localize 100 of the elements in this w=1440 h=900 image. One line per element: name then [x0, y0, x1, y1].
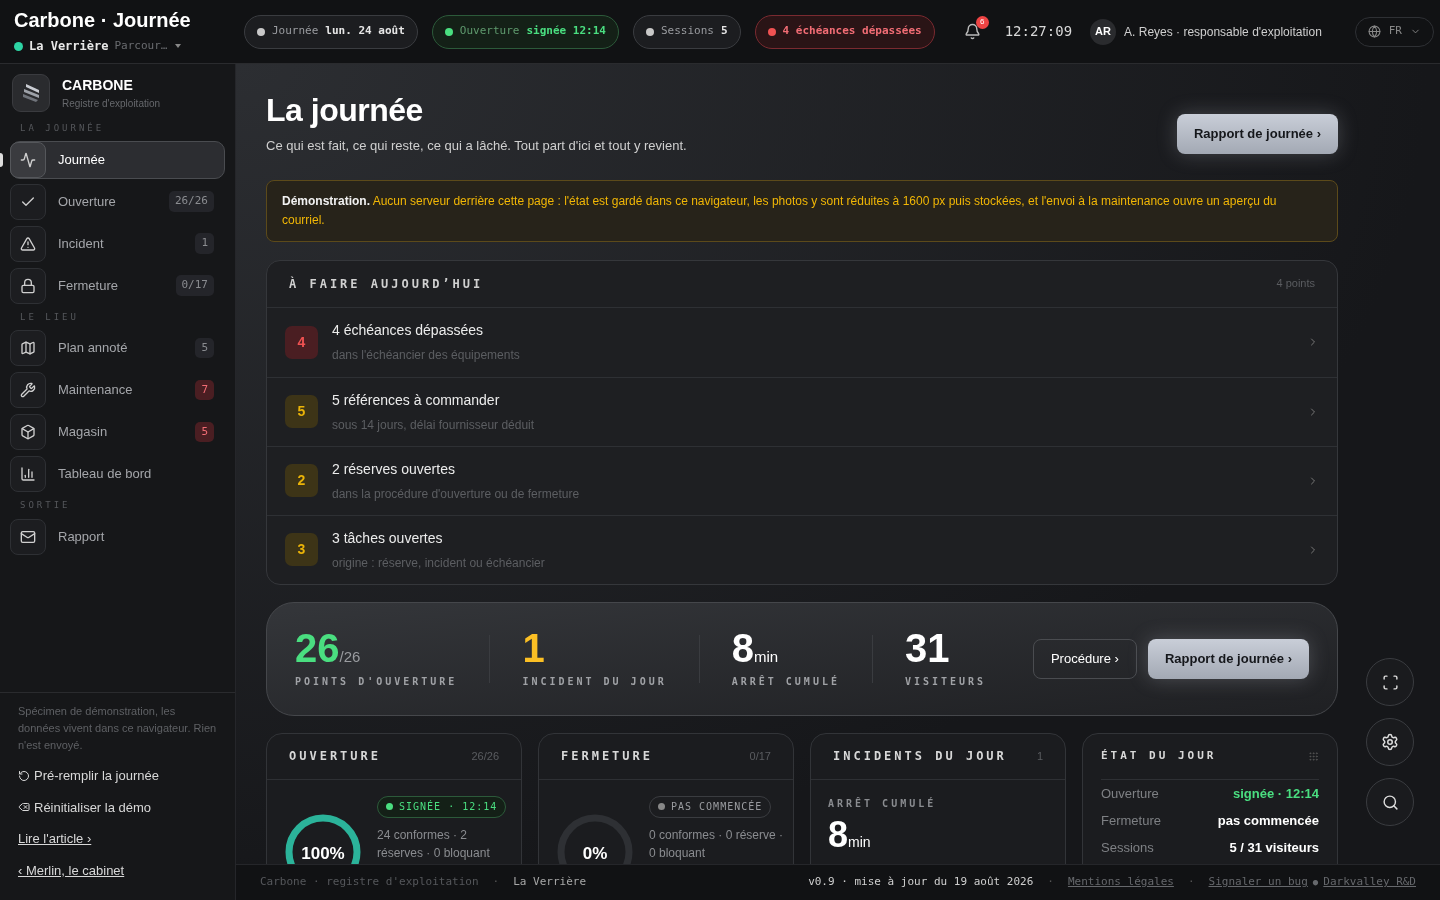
- count-badge: 0/17: [175, 275, 214, 296]
- stat-value: 1: [522, 628, 546, 668]
- todo-title: 5 références à commander: [332, 390, 501, 410]
- pill-label: Sessions: [660, 23, 714, 40]
- demo-banner: Démonstration. Aucun serveur derrière cette page : l'état est gardé dans ce navigateur, les photos y sont réduites à 1600 px puis stockées, et l'envoi à la maintenance ouvre un aperçu du courriel.: [266, 179, 1338, 242]
- card-title: FERMETURE: [561, 748, 654, 765]
- search-button[interactable]: [1366, 778, 1414, 826]
- status-pill: SIGNÉE · 12:14: [377, 795, 507, 818]
- todo-title: 3 tâches ouvertes: [332, 528, 444, 548]
- card-title: À FAIRE AUJOURD’HUI: [289, 275, 484, 293]
- wrench-icon: [20, 382, 36, 398]
- site-selector[interactable]: La Verrière Parcour…: [14, 37, 236, 55]
- sidebar-item[interactable]: Ouverture 26/26: [10, 182, 225, 221]
- pill-value: 5: [720, 23, 728, 40]
- card-count: 1: [1036, 748, 1043, 764]
- mail-icon: [20, 528, 36, 545]
- card-title: ÉTAT DU JOUR: [1101, 747, 1217, 764]
- stat-label: ARRÊT CUMULÉ: [828, 796, 938, 811]
- section-label: SORTIE: [19, 499, 72, 512]
- bullet-dot: ●: [1312, 875, 1319, 889]
- todo-item[interactable]: 4 4 échéances dépassées dans l'échéancier des équipements: [267, 307, 1337, 377]
- todo-detail: sous 14 jours, délai fournisseur déduit: [332, 416, 536, 434]
- card-detail: 24 conformes · 2 réserves · 0 bloquant: [377, 826, 491, 862]
- sidebar-action[interactable]: Réinitialiser la démo: [18, 797, 217, 817]
- drag-handle-icon: [1308, 750, 1319, 762]
- settings-icon: [1381, 733, 1399, 751]
- sidebar-item[interactable]: Journée: [10, 140, 225, 179]
- demo-note: Spécimen de démonstration, les données vivent dans ce navigateur. Rien n'est envoyé.: [18, 704, 217, 753]
- brand-logo: [12, 74, 50, 112]
- brand-subtitle: Registre d'exploitation: [62, 97, 161, 111]
- todo-item[interactable]: 3 3 tâches ouvertes origine : réserve, incident ou échéancier: [267, 514, 1337, 584]
- sidebar-item[interactable]: Maintenance 7: [10, 371, 225, 409]
- pill-value: 4 échéances dépassées: [782, 23, 922, 40]
- separator-dot: ·: [1047, 874, 1054, 891]
- separator-dot: ·: [1187, 874, 1195, 891]
- pulse-icon: [20, 151, 36, 168]
- bar-chart-icon: [20, 466, 36, 482]
- count-badge: 5: [195, 421, 214, 443]
- stat-label: VISITEURS: [904, 675, 987, 689]
- footer-text: Carbone · registre d'exploitation: [260, 874, 479, 891]
- state-label: Fermeture: [1101, 812, 1161, 831]
- todo-number: 2: [285, 464, 318, 497]
- stat-value: 31: [904, 628, 951, 668]
- todo-number: 4: [285, 325, 318, 359]
- sidebar-link[interactable]: ‹ Merlin, le cabinet: [18, 860, 125, 880]
- separator-dot: ·: [492, 874, 500, 891]
- card-count: 4 points: [1276, 276, 1315, 292]
- sidebar-item[interactable]: Magasin 5: [10, 413, 225, 451]
- clock: 12:27:09: [1004, 22, 1073, 41]
- caret-icon: [175, 44, 182, 48]
- todo-number: 3: [285, 533, 318, 566]
- state-value: signée · 12:14: [1233, 785, 1319, 804]
- todo-detail: dans l'échéancier des équipements: [332, 347, 521, 364]
- lock-icon: [20, 277, 36, 294]
- count-badge: 5: [195, 337, 214, 359]
- todo-number: 5: [285, 395, 318, 428]
- section-label: LE LIEU: [19, 310, 80, 324]
- globe-icon: [1367, 25, 1381, 38]
- pill-label: Ouverture: [459, 23, 520, 40]
- notification-count: 6: [975, 15, 989, 29]
- erase-icon: [18, 801, 30, 814]
- card-detail: 0 conformes · 0 réserve · 0 bloquant: [649, 826, 785, 862]
- sidebar-action[interactable]: Pré-remplir la journée: [18, 766, 217, 786]
- count-badge: 7: [195, 379, 214, 401]
- ring-percent: 0%: [581, 842, 609, 864]
- section-label: LA JOURNÉE: [19, 121, 106, 135]
- pill-label: Journée: [272, 23, 319, 40]
- card-title: OUVERTURE: [289, 748, 382, 765]
- report-button[interactable]: Rapport de journée ›: [1147, 638, 1309, 679]
- stat-value: 8min: [731, 627, 780, 669]
- sidebar-item[interactable]: Tableau de bord: [10, 455, 225, 493]
- count-badge: 1: [195, 233, 214, 254]
- reload-icon: [18, 769, 30, 782]
- sidebar-item[interactable]: Rapport: [10, 517, 225, 556]
- stat-value: 26/26: [295, 627, 362, 669]
- procedure-button[interactable]: Procédure ›: [1032, 638, 1137, 679]
- sidebar-item[interactable]: Plan annoté 5: [10, 329, 225, 367]
- stat-label: POINTS D'OUVERTURE: [295, 675, 458, 690]
- search-icon: [1381, 793, 1399, 811]
- page-title: La journée: [266, 91, 424, 130]
- settings-button[interactable]: [1366, 718, 1414, 766]
- card-title: INCIDENTS DU JOUR: [833, 748, 1007, 765]
- todo-item[interactable]: 2 2 réserves ouvertes dans la procédure d'ouverture ou de fermeture: [267, 445, 1337, 515]
- bell-icon: [964, 23, 982, 40]
- page-subtitle: Ce qui est fait, ce qui reste, ce qui a lâché. Tout part d'ici et tout y revient.: [266, 137, 687, 155]
- sidebar-item[interactable]: Incident 1: [10, 224, 225, 263]
- state-value: pas commencée: [1217, 812, 1319, 831]
- stat-label: INCIDENT DU JOUR: [522, 675, 667, 689]
- warning-icon: [20, 235, 36, 252]
- sidebar-item[interactable]: Fermeture 0/17: [10, 266, 225, 305]
- todo-title: 2 réserves ouvertes: [332, 459, 456, 479]
- sidebar-link[interactable]: Lire l'article ›: [18, 829, 92, 849]
- stat-value: 8min: [828, 816, 872, 853]
- todo-item[interactable]: 5 5 références à commander sous 14 jours, délai fournisseur déduit: [267, 376, 1337, 446]
- state-label: Ouverture: [1101, 785, 1159, 804]
- active-indicator: [0, 152, 3, 167]
- state-label: Sessions: [1101, 839, 1154, 858]
- card-count: 0/17: [749, 748, 771, 764]
- state-value: 5 / 31 visiteurs: [1229, 839, 1319, 858]
- report-button[interactable]: Rapport de journée ›: [1176, 114, 1338, 154]
